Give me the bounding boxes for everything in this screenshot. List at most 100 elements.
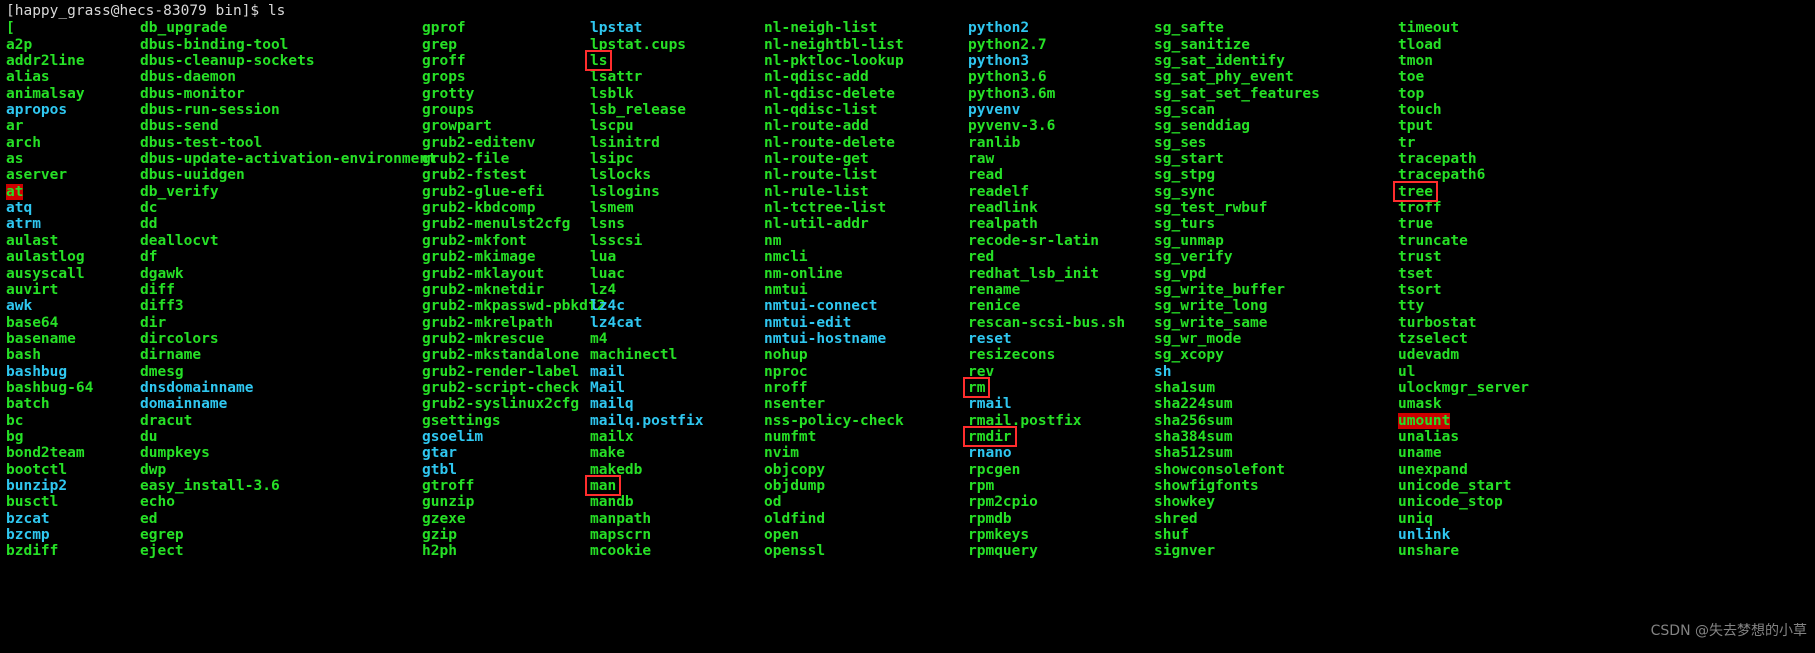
ls-entry: arch	[6, 135, 140, 151]
ls-entry: dumpkeys	[140, 445, 422, 461]
ls-entry-executable: open	[764, 527, 799, 543]
ls-entry-executable: python3.6m	[968, 85, 1056, 102]
ls-entry: grub2-render-label	[422, 364, 590, 380]
ls-entry-executable: groff	[422, 53, 466, 70]
ls-entry: rpm	[968, 478, 1154, 494]
ls-entry-symlink: atrm	[6, 216, 41, 233]
ls-entry-executable: basename	[6, 330, 76, 347]
ls-entry: domainname	[140, 396, 422, 412]
ls-entry-executable: base64	[6, 314, 59, 331]
ls-entry-executable: bootctl	[6, 461, 68, 478]
ls-entry: grep	[422, 37, 590, 53]
ls-entry: tput	[1398, 118, 1638, 134]
ls-entry-executable: grub2-mknetdir	[422, 281, 545, 298]
ls-entry-executable: sg_unmap	[1154, 232, 1224, 249]
ls-entry: sg_unmap	[1154, 233, 1398, 249]
ls-entry: lpstat	[590, 20, 764, 36]
ls-entry: grops	[422, 69, 590, 85]
terminal-window[interactable]: [happy_grass@hecs-83079 bin]$ ls [a2p add…	[0, 0, 1815, 653]
ls-entry: bash	[6, 347, 140, 363]
ls-entry-executable: batch	[6, 396, 50, 413]
ls-entry-executable: lua	[590, 249, 617, 266]
ls-entry-executable: pyvenv-3.6	[968, 118, 1056, 135]
ls-entry: nvim	[764, 445, 968, 461]
ls-entry: make	[590, 445, 764, 461]
ls-entry-executable: grub2-script-check	[422, 379, 580, 396]
ls-entry-executable: truncate	[1398, 232, 1468, 249]
ls-entry: dwp	[140, 462, 422, 478]
ls-entry-executable: ulockmgr_server	[1398, 379, 1529, 396]
ls-entry: python2	[968, 20, 1154, 36]
ls-entry-executable: tset	[1398, 265, 1433, 282]
ls-entry-executable: objcopy	[764, 461, 826, 478]
ls-entry-executable: signver	[1154, 543, 1216, 560]
ls-entry: grub2-mklayout	[422, 266, 590, 282]
ls-entry-executable: sha1sum	[1154, 379, 1216, 396]
ls-entry-symlink: gsoelim	[422, 428, 484, 445]
ls-entry-executable: dircolors	[140, 330, 219, 347]
ls-entry: showkey	[1154, 494, 1398, 510]
ls-entry-executable: openssl	[764, 543, 826, 560]
ls-entry: unshare	[1398, 543, 1638, 559]
ls-entry: dbus-update-activation-environment	[140, 151, 437, 167]
ls-entry-executable: unexpand	[1398, 461, 1468, 478]
ls-entry-executable: bc	[6, 412, 24, 429]
ls-entry: sg_senddiag	[1154, 118, 1398, 134]
ls-entry: true	[1398, 216, 1638, 232]
ls-entry-executable: mandb	[590, 494, 634, 511]
ls-entry: nm-online	[764, 266, 968, 282]
ls-entry-executable: rename	[968, 281, 1021, 298]
ls-entry-executable: aulastlog	[6, 249, 85, 266]
ls-entry-executable: gzip	[422, 527, 457, 543]
ls-entry-executable: lsattr	[590, 69, 643, 86]
ls-entry-executable: realpath	[968, 216, 1038, 233]
ls-entry: readelf	[968, 184, 1154, 200]
ls-entry-executable: manpath	[590, 510, 652, 527]
ls-entry: nl-route-add	[764, 118, 968, 134]
ls-entry: grub2-mkrelpath	[422, 315, 590, 331]
ls-entry-executable: lsinitrd	[590, 134, 660, 151]
ls-entry: mapscrn	[590, 527, 764, 543]
ls-entry-executable: sg_scan	[1154, 102, 1216, 119]
ls-entry-executable: sg_turs	[1154, 216, 1216, 233]
ls-entry: lsscsi	[590, 233, 764, 249]
ls-entry: nmcli	[764, 249, 968, 265]
ls-entry-executable: grub2-glue-efi	[422, 183, 545, 200]
ls-entry: egrep	[140, 527, 422, 543]
ls-entry: nl-neigh-list	[764, 20, 968, 36]
ls-entry-executable: sg_sync	[1154, 183, 1216, 200]
ls-entry: mail	[590, 364, 764, 380]
ls-entry-executable: nl-qdisc-list	[764, 102, 878, 119]
ls-entry: uniq	[1398, 511, 1638, 527]
ls-entry: sg_test_rwbuf	[1154, 200, 1398, 216]
ls-entry: m4	[590, 331, 764, 347]
ls-entry-executable: grub2-mkrelpath	[422, 314, 553, 331]
ls-entry: tr	[1398, 135, 1638, 151]
ls-entry-executable: sha512sum	[1154, 445, 1233, 462]
ls-entry-executable: readlink	[968, 200, 1038, 217]
ls-entry: sg_verify	[1154, 249, 1398, 265]
ls-entry-executable: rescan-scsi-bus.sh	[968, 314, 1126, 331]
ls-entry-executable: touch	[1398, 102, 1442, 119]
ls-entry: nmtui-edit	[764, 315, 968, 331]
ls-entry: ul	[1398, 364, 1638, 380]
ls-entry: python2.7	[968, 37, 1154, 53]
ls-entry: bashbug-64	[6, 380, 140, 396]
ls-entry-executable: aulast	[6, 232, 59, 249]
ls-entry: sg_sat_identify	[1154, 53, 1398, 69]
ls-entry-symlink: pyvenv	[968, 102, 1021, 119]
ls-entry: dbus-daemon	[140, 69, 422, 85]
ls-entry-executable: dmesg	[140, 363, 184, 380]
ls-entry-executable: grotty	[422, 85, 475, 102]
prompt-string: [happy_grass@hecs-83079 bin]$	[6, 3, 268, 19]
ls-entry-executable: read	[968, 167, 1003, 184]
ls-entry: man	[584, 474, 764, 497]
ls-entry-symlink: bashbug	[6, 363, 68, 380]
ls-entry-executable: oldfind	[764, 510, 826, 527]
ls-entry: growpart	[422, 118, 590, 134]
ls-entry: nl-neightbl-list	[764, 37, 968, 53]
ls-entry: nl-qdisc-add	[764, 69, 968, 85]
ls-entry: alias	[6, 69, 140, 85]
ls-entry: lpstat.cups	[590, 37, 764, 53]
ls-entry: grub2-editenv	[422, 135, 590, 151]
